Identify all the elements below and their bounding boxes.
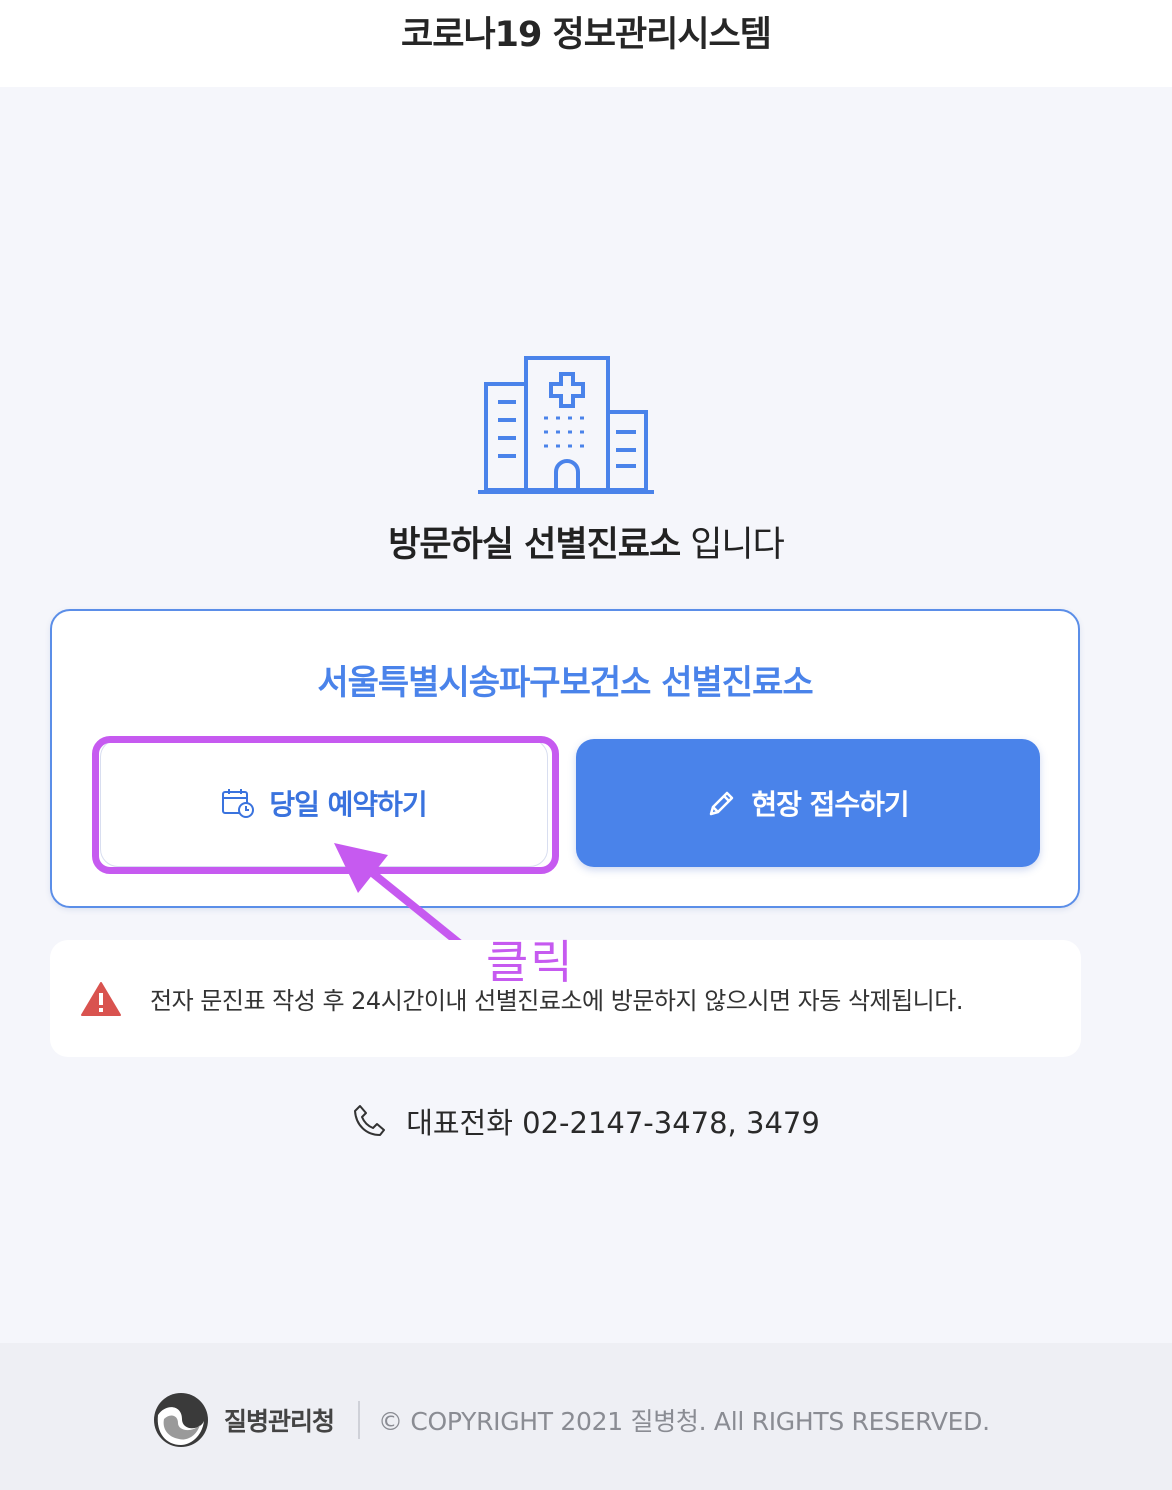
warning-triangle-icon (81, 981, 121, 1016)
page-header: 코로나19 정보관리시스템 (0, 0, 1172, 87)
footer-content: 질병관리청 © COPYRIGHT 2021 질병청. All RIGHTS R… (152, 1391, 990, 1449)
calendar-clock-icon (222, 789, 255, 818)
org-name: 질병관리청 (224, 1407, 335, 1436)
footer-divider (358, 1401, 361, 1439)
same-day-reservation-button[interactable]: 당일 예약하기 (100, 739, 548, 867)
onsite-registration-button[interactable]: 현장 접수하기 (576, 739, 1040, 867)
screening-center-card: 서울특별시송파구보건소 선별진료소 당일 예약하기 현장 접수하기 (50, 609, 1080, 908)
contact-phone: 대표전화 02-2147-3478, 3479 (0, 1100, 1172, 1142)
page-footer: 질병관리청 © COPYRIGHT 2021 질병청. All RIGHTS R… (0, 1343, 1172, 1490)
same-day-reservation-label: 당일 예약하기 (269, 788, 427, 821)
kdca-logo-icon (154, 1393, 208, 1447)
heading-bold-text: 방문하실 선별진료소 (388, 525, 681, 565)
page-title: 코로나19 정보관리시스템 (401, 15, 772, 55)
phone-number-text: 대표전화 02-2147-3478, 3479 (406, 1106, 820, 1140)
pencil-icon (710, 791, 734, 816)
phone-icon (354, 1105, 386, 1136)
click-annotation-label: 클릭 (486, 935, 575, 989)
copyright-text: © COPYRIGHT 2021 질병청. All RIGHTS RESERVE… (378, 1407, 990, 1436)
onsite-registration-label: 현장 접수하기 (751, 788, 909, 821)
visit-center-heading: 방문하실 선별진료소 입니다 (0, 516, 1172, 567)
heading-rest-text: 입니다 (690, 525, 785, 565)
center-name: 서울특별시송파구보건소 선별진료소 (317, 663, 813, 703)
hospital-building-icon (478, 356, 654, 494)
